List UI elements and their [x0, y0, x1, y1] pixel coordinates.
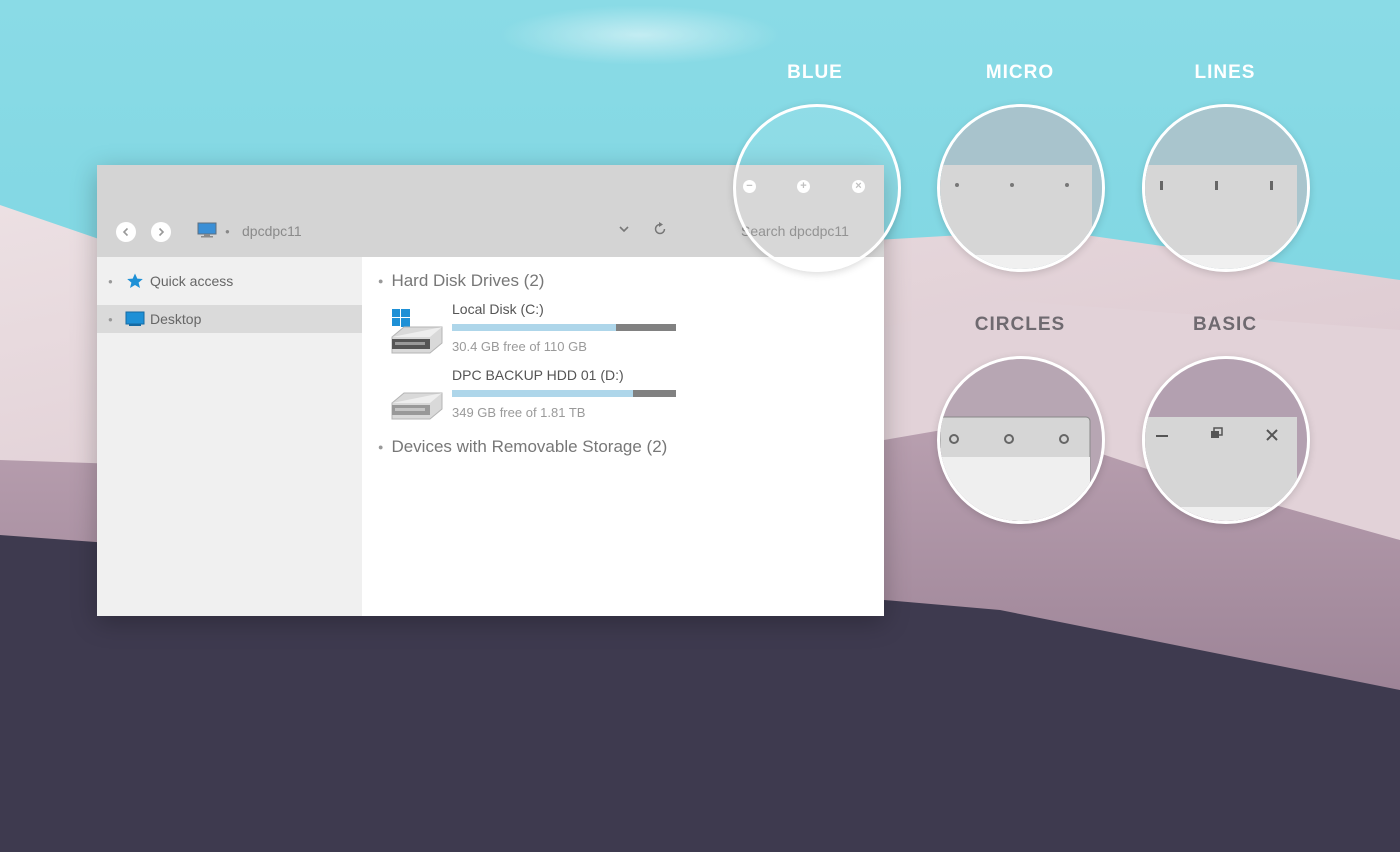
drive-usage-fill	[452, 390, 634, 397]
bullet-icon: ●	[378, 276, 384, 286]
variant-preview-circles	[937, 356, 1105, 524]
drive-item-c[interactable]: Local Disk (C:) 30.4 GB free of 110 GB	[390, 301, 690, 363]
back-button[interactable]	[116, 222, 136, 242]
bullet-icon: ●	[108, 276, 113, 286]
drive-usage-bar	[452, 390, 676, 397]
variant-preview-lines	[1142, 104, 1310, 272]
computer-icon	[197, 222, 217, 238]
refresh-icon[interactable]	[652, 221, 668, 237]
micro-buttons-preview	[940, 107, 1102, 269]
drive-name: Local Disk (C:)	[452, 301, 544, 317]
basic-buttons-preview	[1145, 359, 1307, 521]
bullet-icon: ●	[108, 314, 113, 324]
variant-label-lines: LINES	[1194, 62, 1256, 83]
variant-label-circles: CIRCLES	[974, 314, 1066, 335]
drive-free-space: 30.4 GB free of 110 GB	[452, 339, 587, 354]
sidebar-item-quick-access[interactable]: ● Quick access	[97, 267, 362, 295]
drive-item-d[interactable]: DPC BACKUP HDD 01 (D:) 349 GB free of 1.…	[390, 367, 690, 429]
variant-preview-micro	[937, 104, 1105, 272]
sidebar-item-label: Desktop	[150, 311, 202, 327]
star-icon	[127, 273, 143, 288]
navigation-pane: ● Quick access ● Desktop	[97, 257, 362, 616]
address-separator-icon: ●	[225, 227, 230, 236]
desktop-icon	[125, 311, 145, 326]
chevron-right-icon	[158, 227, 165, 237]
windows-drive-icon	[391, 309, 443, 354]
group-title: Hard Disk Drives (2)	[391, 271, 545, 290]
variant-label-blue: BLUE	[787, 62, 843, 83]
variant-preview-basic	[1142, 356, 1310, 524]
drive-free-space: 349 GB free of 1.81 TB	[452, 405, 586, 420]
bullet-icon: ●	[378, 442, 384, 452]
group-header-hard-disk-drives[interactable]: ● Hard Disk Drives (2)	[378, 271, 544, 291]
lines-buttons-preview	[1145, 107, 1307, 269]
group-header-removable-storage[interactable]: ● Devices with Removable Storage (2)	[378, 437, 667, 457]
variant-label-basic: BASIC	[1192, 314, 1258, 335]
drive-usage-bar	[452, 324, 676, 331]
sidebar-item-label: Quick access	[150, 273, 234, 289]
variant-preview-blue	[733, 104, 901, 272]
chevron-left-icon	[122, 227, 129, 237]
drive-icon	[391, 392, 443, 420]
variant-label-micro: MICRO	[985, 62, 1055, 83]
group-title: Devices with Removable Storage (2)	[391, 437, 668, 456]
forward-button[interactable]	[151, 222, 171, 242]
circles-buttons-preview	[940, 359, 1102, 521]
drive-name: DPC BACKUP HDD 01 (D:)	[452, 367, 624, 383]
sidebar-item-desktop[interactable]: ● Desktop	[97, 305, 362, 333]
address-bar[interactable]: dpcdpc11	[242, 223, 302, 239]
chevron-down-icon[interactable]	[617, 222, 631, 236]
content-pane: ● Hard Disk Drives (2) Local Disk (C:) 30…	[362, 257, 884, 616]
drive-usage-fill	[452, 324, 616, 331]
